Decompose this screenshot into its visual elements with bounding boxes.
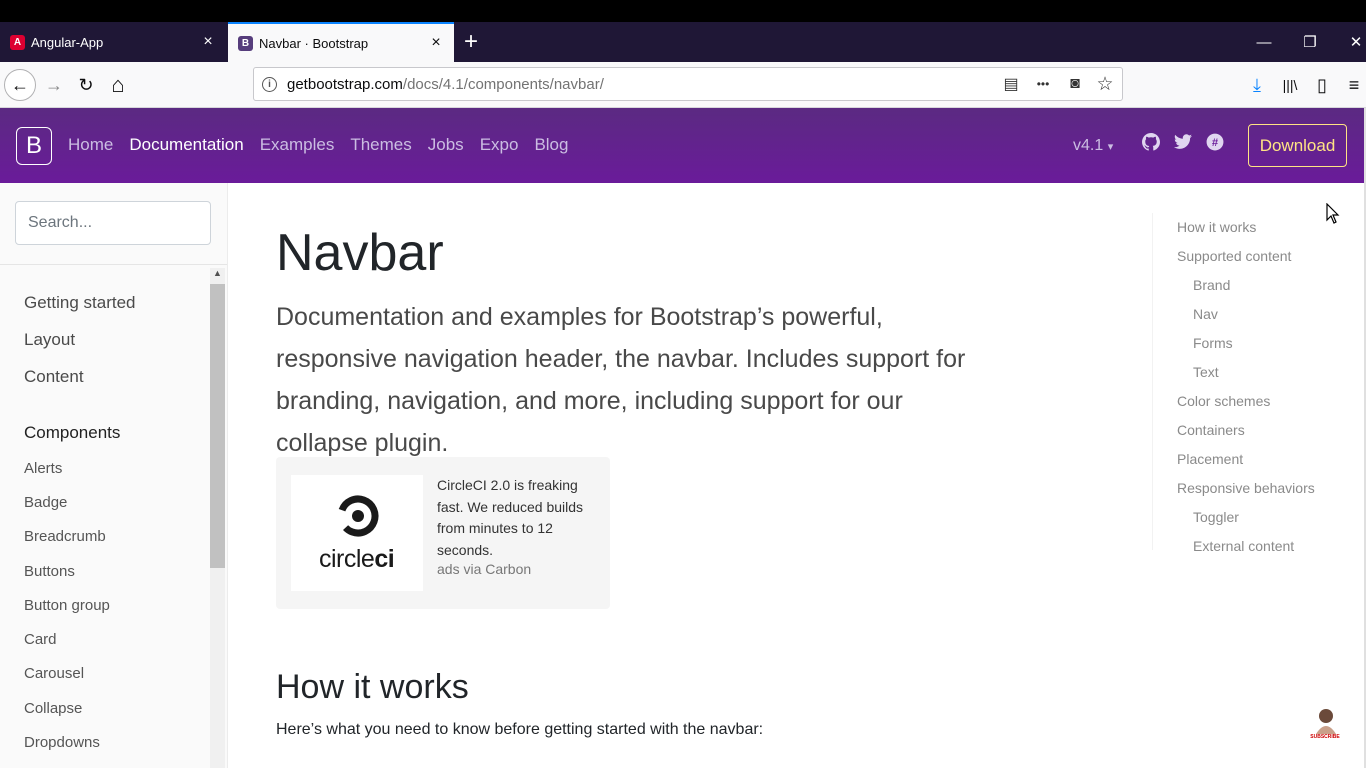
main-content: Navbar Documentation and examples for Bo… xyxy=(276,183,1136,768)
new-tab-button[interactable]: + xyxy=(458,22,484,62)
sidebar-item-layout[interactable]: Layout xyxy=(24,330,75,350)
sidebar-link-badge[interactable]: Badge xyxy=(24,494,67,511)
section-heading: How it works xyxy=(276,668,469,706)
toc-link[interactable]: External content xyxy=(1193,538,1294,554)
url-bar[interactable]: i getbootstrap.com/docs/4.1/components/n… xyxy=(253,67,1123,101)
tab-navbar-bootstrap[interactable]: B Navbar · Bootstrap × xyxy=(228,22,454,62)
library-icon[interactable]: |||\ xyxy=(1274,69,1306,101)
search-input[interactable]: Search... xyxy=(15,201,211,245)
ad-powered-by[interactable]: ads via Carbon xyxy=(437,561,531,577)
sidebar-link-buttons[interactable]: Buttons xyxy=(24,563,75,580)
sidebar-link-collapse[interactable]: Collapse xyxy=(24,700,82,717)
sidebar-divider xyxy=(0,264,227,265)
url-path: /docs/4.1/components/navbar/ xyxy=(402,75,604,93)
sidebar-link-dropdowns[interactable]: Dropdowns xyxy=(24,734,100,751)
ad-text[interactable]: CircleCI 2.0 is freaking fast. We reduce… xyxy=(437,475,597,561)
sidebar-link-alerts[interactable]: Alerts xyxy=(24,460,62,477)
sidebar-link-breadcrumb[interactable]: Breadcrumb xyxy=(24,528,106,545)
angular-favicon-icon: A xyxy=(10,34,25,50)
toc-link[interactable]: Nav xyxy=(1193,306,1218,322)
sidebar-item-getting-started[interactable]: Getting started xyxy=(24,293,136,313)
slack-icon[interactable]: # xyxy=(1205,132,1225,152)
toc-link[interactable]: Supported content xyxy=(1177,248,1291,264)
page-lead: Documentation and examples for Bootstrap… xyxy=(276,303,966,457)
download-button[interactable]: Download xyxy=(1248,124,1347,167)
info-icon[interactable]: i xyxy=(262,76,277,92)
toc-link[interactable]: How it works xyxy=(1177,219,1256,235)
back-icon[interactable]: ← xyxy=(4,69,36,101)
toc-link[interactable]: Color schemes xyxy=(1177,393,1270,409)
mouse-cursor-icon xyxy=(1326,203,1340,224)
menu-icon[interactable]: ≡ xyxy=(1343,69,1365,101)
nav-blog[interactable]: Blog xyxy=(534,135,568,155)
pocket-icon[interactable]: ◙ xyxy=(1066,75,1084,93)
home-icon[interactable]: ⌂ xyxy=(102,69,134,101)
close-window-icon[interactable]: ✕ xyxy=(1336,22,1366,62)
nav-links: Home Documentation Examples Themes Jobs … xyxy=(68,135,568,155)
tab-angular-app[interactable]: A Angular-App × xyxy=(0,22,226,62)
reload-icon[interactable]: ↻ xyxy=(70,69,102,101)
nav-examples[interactable]: Examples xyxy=(260,135,335,155)
bootstrap-logo[interactable]: B xyxy=(16,127,52,165)
toc-link[interactable]: Text xyxy=(1193,364,1219,380)
nav-expo[interactable]: Expo xyxy=(480,135,519,155)
tab-strip: A Angular-App × B Navbar · Bootstrap × +… xyxy=(0,22,1366,62)
bootstrap-navbar: B Home Documentation Examples Themes Job… xyxy=(0,108,1364,183)
nav-documentation[interactable]: Documentation xyxy=(129,135,243,155)
tab-title: Navbar · Bootstrap xyxy=(259,35,369,51)
sidebar-icon[interactable]: ▯ xyxy=(1306,69,1338,101)
circleci-ad-image[interactable]: circleci xyxy=(291,475,423,591)
chevron-down-icon: ▾ xyxy=(1107,141,1114,153)
scroll-up-icon[interactable]: ▲ xyxy=(210,268,225,282)
tab-title: Angular-App xyxy=(31,34,104,50)
minimize-icon[interactable]: — xyxy=(1244,22,1284,62)
restore-icon[interactable]: ❐ xyxy=(1290,22,1330,62)
toc-link[interactable]: Placement xyxy=(1177,451,1243,467)
docs-sidebar: Search... ▲ Getting started Layout Conte… xyxy=(0,183,228,768)
twitter-icon[interactable] xyxy=(1173,132,1193,152)
circleci-wordmark: circleci xyxy=(319,545,395,573)
toc-link[interactable]: Responsive behaviors xyxy=(1177,480,1315,496)
nav-home[interactable]: Home xyxy=(68,135,113,155)
nav-jobs[interactable]: Jobs xyxy=(428,135,464,155)
docs-page: Search... ▲ Getting started Layout Conte… xyxy=(0,183,1364,768)
svg-text:SUBSCRIBE: SUBSCRIBE xyxy=(1310,734,1340,740)
download-icon[interactable]: ⤓ xyxy=(1241,69,1273,101)
section-paragraph: Here’s what you need to know before gett… xyxy=(276,721,764,738)
scrollbar-thumb[interactable] xyxy=(210,284,225,568)
nav-themes[interactable]: Themes xyxy=(350,135,411,155)
table-of-contents: How it works Supported content Brand Nav… xyxy=(1152,213,1352,554)
screen-top-bar xyxy=(0,0,1366,22)
page-title: Navbar xyxy=(276,224,444,282)
github-icon[interactable] xyxy=(1141,132,1161,152)
toc-link[interactable]: Toggler xyxy=(1193,509,1239,525)
forward-icon[interactable]: → xyxy=(38,69,70,101)
sidebar-link-carousel[interactable]: Carousel xyxy=(24,665,84,682)
toc-link[interactable]: Brand xyxy=(1193,277,1230,293)
bootstrap-favicon-icon: B xyxy=(238,35,253,51)
circleci-logo-icon xyxy=(337,495,379,537)
sidebar-item-components[interactable]: Components xyxy=(24,423,120,443)
version-dropdown[interactable]: v4.1 ▾ xyxy=(1073,137,1113,155)
toc-link[interactable]: Forms xyxy=(1193,335,1233,351)
page-actions-icon[interactable]: ••• xyxy=(1032,77,1054,91)
sidebar-item-content[interactable]: Content xyxy=(24,367,84,387)
toc-link[interactable]: Containers xyxy=(1177,422,1245,438)
url-host: getbootstrap.com xyxy=(287,75,403,93)
browser-toolbar: ← → ↻ ⌂ i getbootstrap.com/docs/4.1/comp… xyxy=(0,62,1366,108)
sidebar-link-button-group[interactable]: Button group xyxy=(24,597,110,614)
bookmark-star-icon[interactable]: ☆ xyxy=(1096,73,1114,96)
carbon-ad[interactable]: circleci CircleCI 2.0 is freaking fast. … xyxy=(276,457,610,609)
subscribe-watermark[interactable]: SUBSCRIBE xyxy=(1306,702,1344,740)
sidebar-link-card[interactable]: Card xyxy=(24,631,57,648)
tab-close-icon[interactable]: × xyxy=(428,34,444,52)
tab-close-icon[interactable]: × xyxy=(200,33,216,51)
svg-text:#: # xyxy=(1212,137,1219,149)
version-label: v4.1 xyxy=(1073,137,1104,154)
sidebar-scrollbar[interactable]: ▲ xyxy=(210,268,225,768)
reader-view-icon[interactable]: ▤ xyxy=(1002,74,1020,94)
